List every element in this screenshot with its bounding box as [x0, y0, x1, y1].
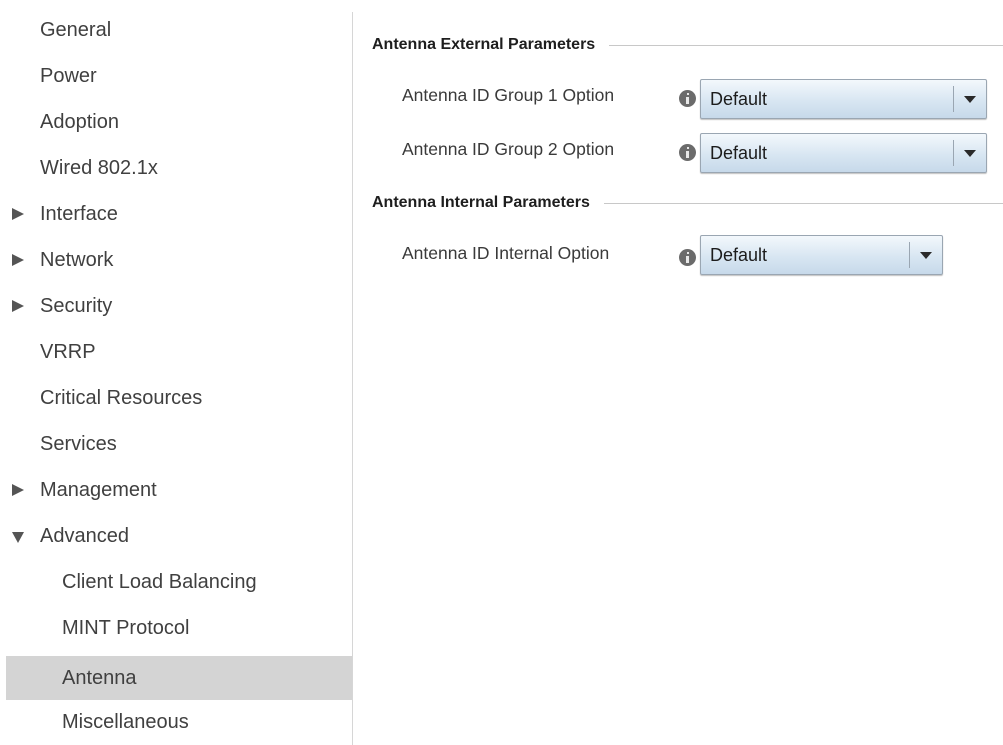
select-value: Default [710, 244, 768, 265]
sidebar-item-label: MINT Protocol [62, 616, 190, 639]
sidebar-item-wired-802-1x[interactable]: Wired 802.1x [6, 150, 352, 186]
field-label-group-2: Antenna ID Group 2 Option [402, 139, 615, 159]
info-icon[interactable] [679, 90, 696, 107]
triangle-right-icon[interactable] [8, 484, 40, 496]
sidebar-divider [352, 12, 353, 745]
sidebar-item-client-load-balancing[interactable]: Client Load Balancing [6, 564, 352, 600]
sidebar-item-adoption[interactable]: Adoption [6, 104, 352, 140]
sidebar-nav: General Power Adoption Wired 802.1x Inte… [0, 0, 352, 745]
sidebar-item-label: Security [40, 294, 113, 317]
sidebar-item-label: Wired 802.1x [40, 156, 158, 179]
select-value: Default [710, 142, 768, 163]
section-antenna-external: Antenna External Parameters [372, 36, 1003, 54]
sidebar-item-services[interactable]: Services [6, 426, 352, 462]
sidebar-item-interface[interactable]: Interface [6, 196, 352, 232]
triangle-right-icon[interactable] [8, 300, 40, 312]
sidebar-item-network[interactable]: Network [6, 242, 352, 278]
sidebar-item-miscellaneous[interactable]: Miscellaneous [6, 704, 352, 740]
triangle-right-icon[interactable] [8, 254, 40, 266]
sidebar-item-label: Client Load Balancing [62, 570, 257, 593]
section-divider [603, 202, 1003, 204]
field-label-internal: Antenna ID Internal Option [402, 243, 610, 263]
sidebar-item-label: Management [40, 478, 157, 501]
info-icon[interactable] [679, 249, 696, 266]
antenna-id-group-2-select[interactable]: Default [700, 133, 987, 173]
sidebar-item-security[interactable]: Security [6, 288, 352, 324]
antenna-id-internal-select[interactable]: Default [700, 235, 943, 275]
sidebar-item-management[interactable]: Management [6, 472, 352, 508]
sidebar-item-label: Power [40, 64, 97, 87]
sidebar-item-label: Services [40, 432, 117, 455]
section-title: Antenna Internal Parameters [372, 194, 590, 211]
section-divider [609, 44, 1003, 46]
sidebar-item-label: Adoption [40, 110, 119, 133]
triangle-down-icon[interactable] [8, 529, 40, 543]
sidebar-item-advanced[interactable]: Advanced [6, 518, 352, 554]
sidebar-item-label: Antenna [62, 666, 137, 689]
sidebar-item-label: Interface [40, 202, 118, 225]
sidebar-item-mint-protocol[interactable]: MINT Protocol [6, 610, 352, 646]
select-value: Default [710, 88, 768, 109]
sidebar-item-label: Network [40, 248, 114, 271]
sidebar-item-antenna[interactable]: Antenna [6, 656, 352, 700]
sidebar-item-label: General [40, 18, 112, 41]
triangle-right-icon[interactable] [8, 208, 40, 220]
sidebar-item-label: VRRP [40, 340, 96, 363]
chevron-down-icon[interactable] [954, 149, 986, 157]
antenna-id-group-1-select[interactable]: Default [700, 79, 987, 119]
sidebar-item-label: Advanced [40, 524, 129, 547]
section-antenna-internal: Antenna Internal Parameters [372, 194, 1003, 212]
sidebar-item-label: Critical Resources [40, 386, 203, 409]
info-icon[interactable] [679, 144, 696, 161]
sidebar-item-power[interactable]: Power [6, 58, 352, 94]
chevron-down-icon[interactable] [910, 251, 942, 259]
sidebar-item-critical-resources[interactable]: Critical Resources [6, 380, 352, 416]
field-label-group-1: Antenna ID Group 1 Option [402, 85, 615, 105]
chevron-down-icon[interactable] [954, 95, 986, 103]
section-title: Antenna External Parameters [372, 36, 596, 53]
sidebar-item-vrrp[interactable]: VRRP [6, 334, 352, 370]
sidebar-item-label: Miscellaneous [62, 710, 189, 733]
sidebar-item-general[interactable]: General [6, 12, 352, 48]
